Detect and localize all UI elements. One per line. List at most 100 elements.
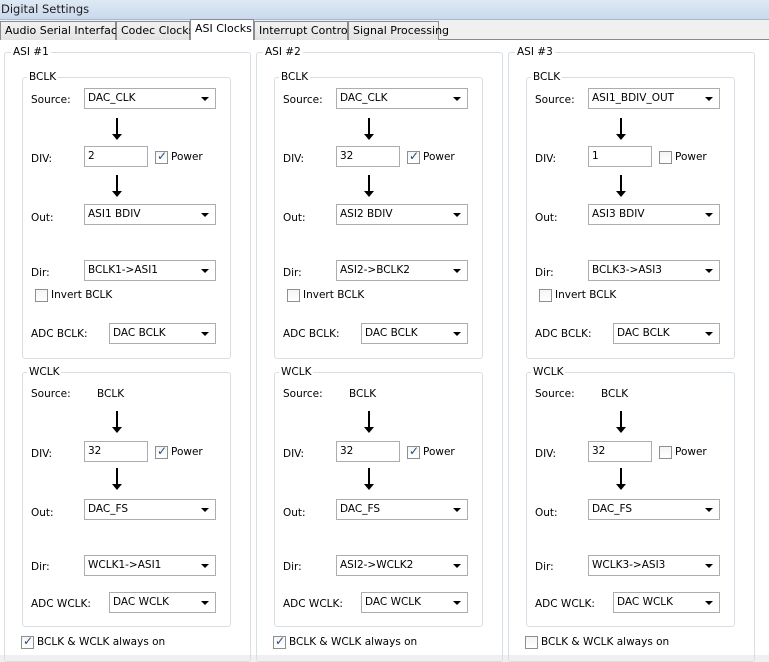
asi2-bclk-dir-select[interactable]: ASI2->BCLK2 (336, 260, 468, 281)
chevron-down-icon[interactable] (705, 269, 713, 273)
chevron-down-icon[interactable] (453, 564, 461, 568)
asi3-adc-bclk-select-value: DAC BCLK (617, 327, 670, 339)
asi1-invert-bclk-checkbox[interactable] (35, 289, 48, 302)
tab-codec-clocks[interactable]: Codec Clocks (116, 21, 194, 40)
asi1-wclk-out-select[interactable]: DAC_FS (84, 499, 216, 520)
down-arrow-icon (364, 411, 374, 433)
asi1-bclk-source-select[interactable]: DAC_CLK (84, 88, 216, 109)
chevron-down-icon[interactable] (201, 213, 209, 217)
asi1-bclk-power-checkbox[interactable] (155, 149, 168, 164)
asi3-wclk-div-field-value: 32 (592, 445, 606, 457)
chevron-down-icon[interactable] (201, 564, 209, 568)
chevron-down-icon[interactable] (201, 508, 209, 512)
asi3-bclk-div-field-value: 1 (592, 150, 599, 162)
chevron-down-icon[interactable] (453, 97, 461, 101)
asi2-always-on-checkbox-label: BCLK & WCLK always on (289, 636, 418, 648)
asi1-always-on-checkbox[interactable] (21, 634, 34, 649)
asi2-bclk-out-select-value: ASI2 BDIV (340, 208, 393, 220)
chevron-down-icon[interactable] (705, 332, 713, 336)
tab-audio-serial-interface[interactable]: Audio Serial Interface (0, 21, 124, 40)
asi3-wclk-power-checkbox[interactable] (659, 446, 672, 459)
asi2-adc-bclk-select[interactable]: DAC BCLK (361, 323, 468, 344)
asi3-invert-bclk-checkbox[interactable] (539, 289, 552, 302)
asi2-wclk-div-field[interactable]: 32 (336, 441, 400, 462)
asi1-wclk-power-checkbox[interactable] (155, 444, 168, 459)
asi2-wclk-div-field-value: 32 (340, 445, 354, 457)
bclk-group-title: BCLK (27, 71, 59, 83)
asi2-invert-bclk-checkbox-label: Invert BCLK (303, 289, 365, 301)
chevron-down-icon[interactable] (705, 213, 713, 217)
asi3-bclk-group: BCLK Source: ASI1_BDIV_OUT DIV: 1 Power Out: AS… (526, 71, 735, 359)
asi1-bclk-out-select[interactable]: ASI1 BDIV (84, 204, 216, 225)
asi1-wclk-group: WCLK Source: BCLK DIV: 32 Power Out: DAC_FS Dir:… (22, 366, 231, 627)
asi3-adc-wclk-select-value: DAC WCLK (617, 596, 674, 608)
asi3-bclk-out-select[interactable]: ASI3 BDIV (588, 204, 720, 225)
asi3-wclk-power-checkbox-label: Power (675, 446, 707, 458)
asi2-bclk-source-select[interactable]: DAC_CLK (336, 88, 468, 109)
chevron-down-icon[interactable] (453, 601, 461, 605)
chevron-down-icon[interactable] (201, 601, 209, 605)
asi1-adc-wclk-select-value: DAC WCLK (113, 596, 170, 608)
asi2-wclk-dir-select[interactable]: ASI2->WCLK2 (336, 555, 468, 576)
asi3-adc-wclk-select[interactable]: DAC WCLK (613, 592, 720, 613)
asi2-always-on-checkbox[interactable] (273, 634, 286, 649)
asi1-adc-bclk-select[interactable]: DAC BCLK (109, 323, 216, 344)
asi3-wclk-out-select-value: DAC_FS (592, 503, 633, 515)
chevron-down-icon[interactable] (705, 601, 713, 605)
chevron-down-icon[interactable] (705, 564, 713, 568)
asi2-bclk-power-checkbox[interactable] (407, 149, 420, 164)
asi3-always-on-checkbox[interactable] (525, 636, 538, 649)
source-label: Source: (31, 388, 71, 400)
chevron-down-icon[interactable] (201, 97, 209, 101)
asi2-bclk-out-select[interactable]: ASI2 BDIV (336, 204, 468, 225)
chevron-down-icon[interactable] (453, 269, 461, 273)
tab-asi-clocks[interactable]: ASI Clocks (190, 19, 254, 40)
adc-bclk-label: ADC BCLK: (535, 328, 592, 340)
asi2-wclk-power-checkbox[interactable] (407, 444, 420, 459)
tab-signal-processing[interactable]: Signal Processing (348, 21, 449, 40)
asi2-bclk-source-select-value: DAC_CLK (340, 92, 388, 104)
chevron-down-icon[interactable] (201, 269, 209, 273)
asi1-bclk-div-field[interactable]: 2 (84, 146, 148, 167)
asi3-bclk-dir-select-value: BCLK3->ASI3 (592, 264, 662, 276)
asi2-invert-bclk-checkbox[interactable] (287, 289, 300, 302)
chevron-down-icon[interactable] (705, 508, 713, 512)
chevron-down-icon[interactable] (705, 97, 713, 101)
asi3-adc-bclk-select[interactable]: DAC BCLK (613, 323, 720, 344)
chevron-down-icon[interactable] (453, 213, 461, 217)
asi1-bclk-dir-select[interactable]: BCLK1->ASI1 (84, 260, 216, 281)
asi3-bclk-div-field[interactable]: 1 (588, 146, 652, 167)
down-arrow-icon (616, 411, 626, 433)
window-title: Digital Settings (1, 2, 90, 16)
asi3-bclk-power-checkbox-label: Power (675, 151, 707, 163)
asi3-wclk-dir-select[interactable]: WCLK3->ASI3 (588, 555, 720, 576)
asi2-bclk-div-field[interactable]: 32 (336, 146, 400, 167)
asi1-adc-wclk-select[interactable]: DAC WCLK (109, 592, 216, 613)
out-label: Out: (31, 507, 54, 519)
dir-label: Dir: (283, 267, 302, 279)
asi2-adc-wclk-select[interactable]: DAC WCLK (361, 592, 468, 613)
chevron-down-icon[interactable] (453, 508, 461, 512)
asi1-wclk-div-field[interactable]: 32 (84, 441, 148, 462)
asi3-always-on-checkbox-label: BCLK & WCLK always on (541, 636, 670, 648)
asi1-wclk-div-field-value: 32 (88, 445, 102, 457)
asi3-bclk-power-checkbox[interactable] (659, 151, 672, 164)
adc-bclk-label: ADC BCLK: (31, 328, 88, 340)
tab-interrupt-control[interactable]: Interrupt Control (254, 21, 351, 40)
asi1-bclk-out-select-value: ASI1 BDIV (88, 208, 141, 220)
asi3-bclk-source-select[interactable]: ASI1_BDIV_OUT (588, 88, 720, 109)
asi2-wclk-out-select[interactable]: DAC_FS (336, 499, 468, 520)
div-label: DIV: (283, 153, 305, 165)
asi3-wclk-out-select[interactable]: DAC_FS (588, 499, 720, 520)
asi3-wclk-div-field[interactable]: 32 (588, 441, 652, 462)
chevron-down-icon[interactable] (201, 332, 209, 336)
adc-wclk-label: ADC WCLK: (535, 598, 595, 610)
chevron-down-icon[interactable] (453, 332, 461, 336)
out-label: Out: (535, 507, 558, 519)
asi2-bclk-power-checkbox-label: Power (423, 151, 455, 163)
bclk-group-title: BCLK (531, 71, 563, 83)
asi2-wclk-dir-select-value: ASI2->WCLK2 (340, 559, 414, 571)
down-arrow-icon (616, 468, 626, 490)
asi1-wclk-dir-select[interactable]: WCLK1->ASI1 (84, 555, 216, 576)
asi3-bclk-dir-select[interactable]: BCLK3->ASI3 (588, 260, 720, 281)
